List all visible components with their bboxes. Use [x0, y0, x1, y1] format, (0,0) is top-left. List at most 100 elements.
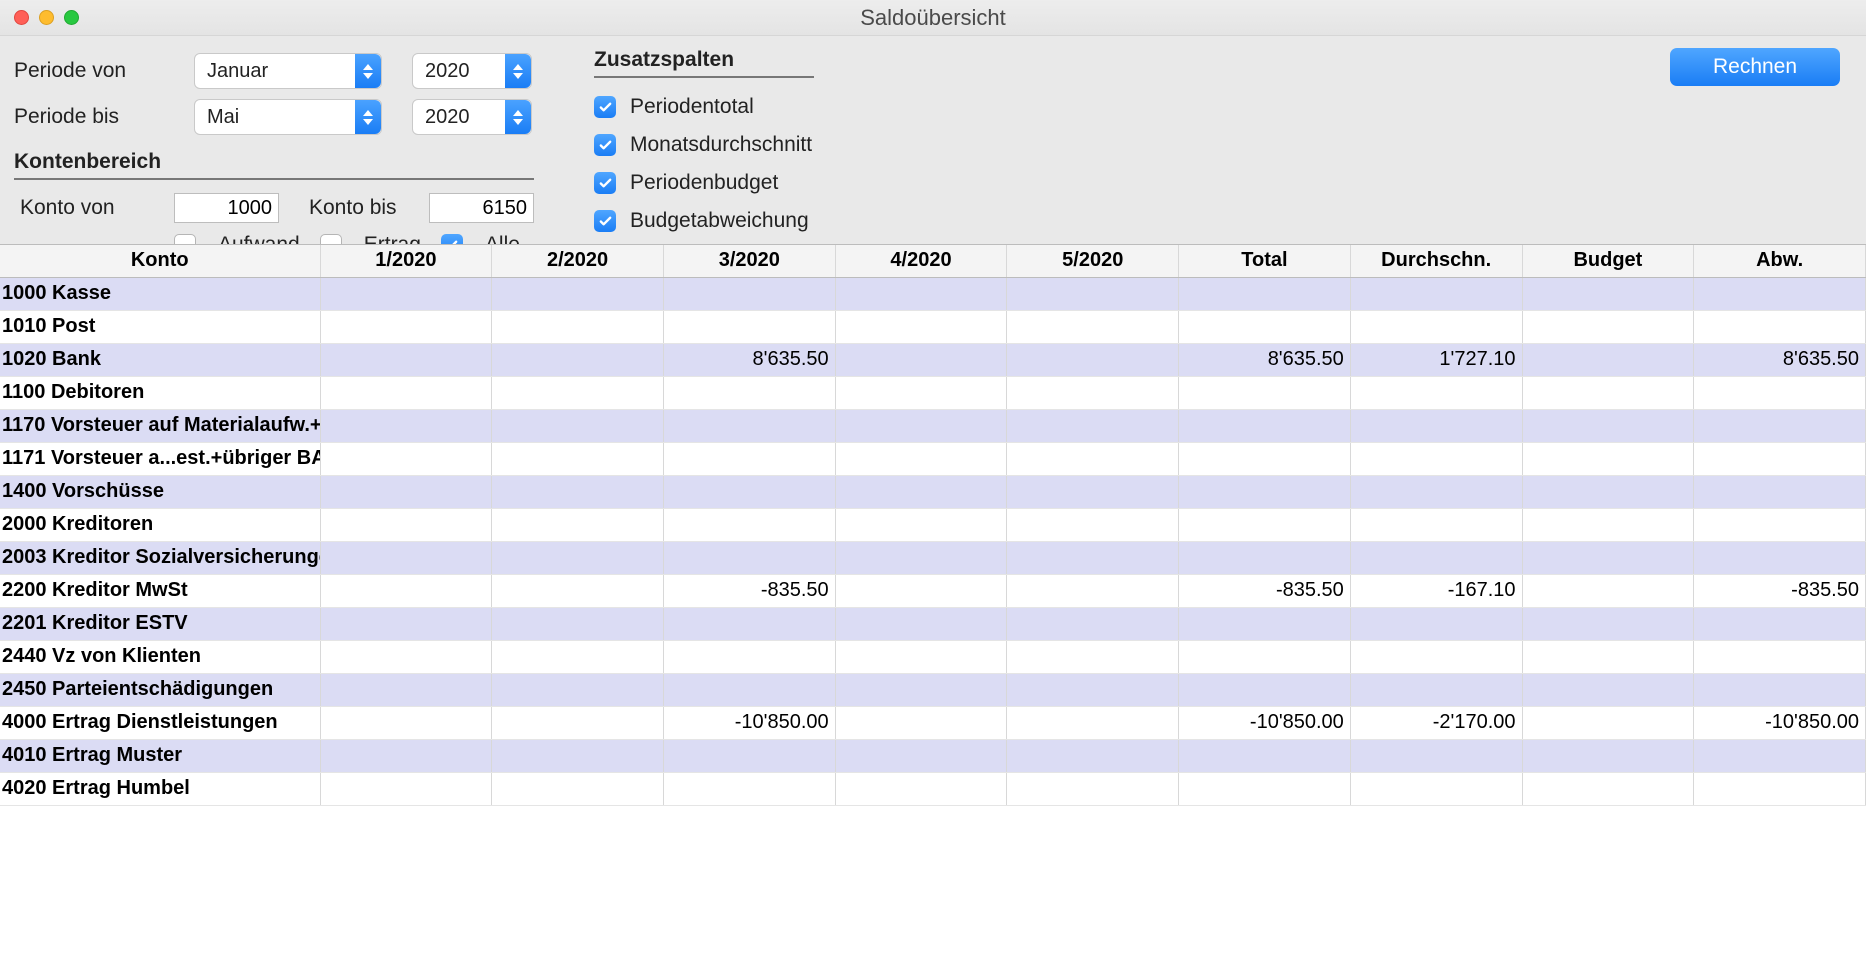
value-cell [1350, 541, 1522, 574]
konto-to-input[interactable] [429, 193, 534, 223]
konto-from-input[interactable] [174, 193, 279, 223]
extra-column-checkbox[interactable] [594, 210, 616, 232]
value-cell [835, 772, 1007, 805]
window-titlebar: Saldoübersicht [0, 0, 1866, 36]
extra-column-checkbox[interactable] [594, 134, 616, 156]
value-cell [492, 343, 664, 376]
results-table-container[interactable]: Konto1/20202/20203/20204/20205/2020Total… [0, 244, 1866, 970]
table-row[interactable]: 1400 Vorschüsse [0, 475, 1866, 508]
konto-range-heading: Kontenbereich [14, 150, 534, 180]
table-row[interactable]: 1171 Vorsteuer a...est.+übriger BA [0, 442, 1866, 475]
column-header[interactable]: Budget [1522, 245, 1694, 277]
value-cell [1522, 376, 1694, 409]
value-cell: -10'850.00 [1179, 706, 1351, 739]
value-cell: 8'635.50 [1179, 343, 1351, 376]
value-cell [1522, 574, 1694, 607]
value-cell [835, 409, 1007, 442]
value-cell: -2'170.00 [1350, 706, 1522, 739]
value-cell [663, 310, 835, 343]
value-cell [1350, 409, 1522, 442]
table-header-row: Konto1/20202/20203/20204/20205/2020Total… [0, 245, 1866, 277]
value-cell: -10'850.00 [663, 706, 835, 739]
column-header[interactable]: Abw. [1694, 245, 1866, 277]
table-row[interactable]: 2450 Parteientschädigungen [0, 673, 1866, 706]
value-cell [492, 640, 664, 673]
period-to-year-select[interactable]: 2020 [412, 99, 532, 135]
account-cell: 2003 Kreditor Sozialversicherungen [0, 541, 320, 574]
value-cell [835, 475, 1007, 508]
value-cell [1350, 277, 1522, 310]
value-cell [320, 277, 492, 310]
value-cell [1350, 310, 1522, 343]
value-cell [320, 508, 492, 541]
account-cell: 1100 Debitoren [0, 376, 320, 409]
stepper-icon [505, 54, 531, 88]
table-row[interactable]: 4010 Ertrag Muster [0, 739, 1866, 772]
table-row[interactable]: 2200 Kreditor MwSt-835.50-835.50-167.10-… [0, 574, 1866, 607]
table-row[interactable]: 1100 Debitoren [0, 376, 1866, 409]
value-cell [1522, 442, 1694, 475]
table-row[interactable]: 1020 Bank8'635.508'635.501'727.108'635.5… [0, 343, 1866, 376]
column-header[interactable]: 4/2020 [835, 245, 1007, 277]
column-header[interactable]: Total [1179, 245, 1351, 277]
extra-column-checkbox[interactable] [594, 172, 616, 194]
value-cell [320, 310, 492, 343]
extra-column-checkbox[interactable] [594, 96, 616, 118]
value-cell [1007, 607, 1179, 640]
value-cell [1350, 673, 1522, 706]
column-header[interactable]: Durchschn. [1350, 245, 1522, 277]
column-header[interactable]: 3/2020 [663, 245, 835, 277]
account-cell: 1171 Vorsteuer a...est.+übriger BA [0, 442, 320, 475]
value-cell [663, 673, 835, 706]
table-row[interactable]: 4020 Ertrag Humbel [0, 772, 1866, 805]
value-cell [1694, 409, 1866, 442]
table-row[interactable]: 2440 Vz von Klienten [0, 640, 1866, 673]
value-cell [835, 640, 1007, 673]
period-from-year-select[interactable]: 2020 [412, 53, 532, 89]
table-row[interactable]: 4000 Ertrag Dienstleistungen-10'850.00-1… [0, 706, 1866, 739]
column-header[interactable]: Konto [0, 245, 320, 277]
value-cell [1694, 376, 1866, 409]
check-icon [598, 138, 613, 153]
value-cell [1522, 409, 1694, 442]
value-cell [835, 607, 1007, 640]
value-cell [320, 607, 492, 640]
compute-button[interactable]: Rechnen [1670, 48, 1840, 86]
value-cell [1522, 277, 1694, 310]
period-to-year-value: 2020 [425, 106, 470, 129]
value-cell [1522, 739, 1694, 772]
value-cell [1007, 640, 1179, 673]
account-cell: 2200 Kreditor MwSt [0, 574, 320, 607]
check-icon [598, 176, 613, 191]
value-cell [1350, 376, 1522, 409]
value-cell [835, 277, 1007, 310]
value-cell [1007, 541, 1179, 574]
value-cell [835, 739, 1007, 772]
value-cell [1179, 640, 1351, 673]
table-row[interactable]: 1000 Kasse [0, 277, 1866, 310]
filter-toolbar: Periode von Januar 2020 Periode bis Mai … [0, 36, 1866, 269]
value-cell [1179, 475, 1351, 508]
column-header[interactable]: 5/2020 [1007, 245, 1179, 277]
value-cell [1179, 277, 1351, 310]
account-cell: 2450 Parteientschädigungen [0, 673, 320, 706]
value-cell [1007, 739, 1179, 772]
column-header[interactable]: 2/2020 [492, 245, 664, 277]
value-cell: 1'727.10 [1350, 343, 1522, 376]
value-cell [320, 442, 492, 475]
table-row[interactable]: 1010 Post [0, 310, 1866, 343]
table-row[interactable]: 2201 Kreditor ESTV [0, 607, 1866, 640]
column-header[interactable]: 1/2020 [320, 245, 492, 277]
value-cell [1179, 772, 1351, 805]
value-cell: 8'635.50 [1694, 343, 1866, 376]
value-cell [492, 541, 664, 574]
value-cell [1522, 772, 1694, 805]
table-row[interactable]: 2000 Kreditoren [0, 508, 1866, 541]
period-to-month-select[interactable]: Mai [194, 99, 382, 135]
value-cell [492, 475, 664, 508]
table-row[interactable]: 1170 Vorsteuer auf Materialaufw.+DL [0, 409, 1866, 442]
stepper-icon [355, 54, 381, 88]
period-from-month-select[interactable]: Januar [194, 53, 382, 89]
value-cell [1007, 772, 1179, 805]
table-row[interactable]: 2003 Kreditor Sozialversicherungen [0, 541, 1866, 574]
